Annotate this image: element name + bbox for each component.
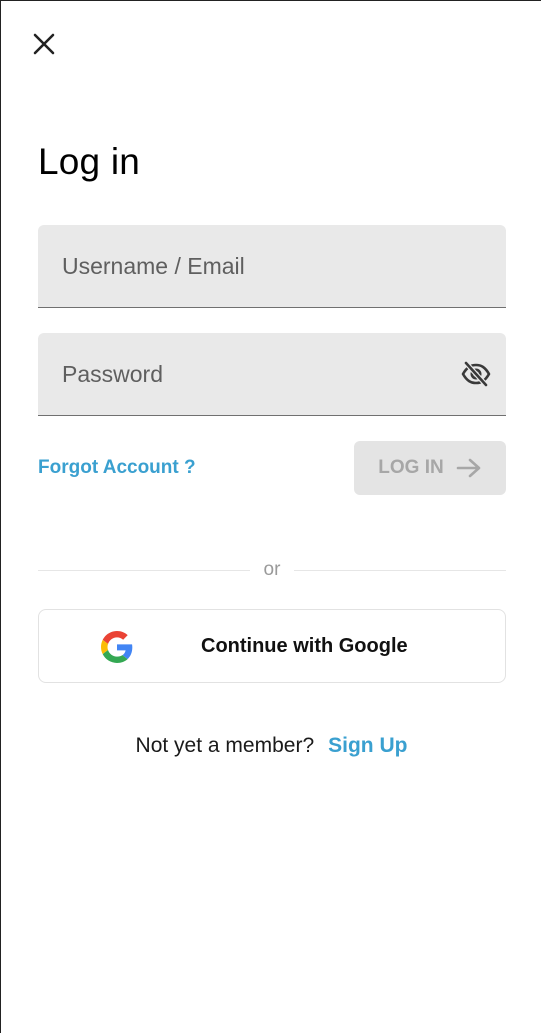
forgot-account-link[interactable]: Forgot Account ? [38, 454, 196, 482]
password-visibility-toggle[interactable] [460, 360, 492, 388]
signup-row: Not yet a member? Sign Up [1, 731, 541, 761]
signup-prompt: Not yet a member? [135, 734, 315, 757]
google-icon [101, 631, 133, 663]
login-modal: Log in Forgot Account ? LOG IN or [0, 0, 541, 1033]
password-input[interactable] [38, 333, 506, 415]
google-button-label: Continue with Google [201, 635, 408, 657]
arrow-right-icon [456, 458, 481, 478]
password-field-container [38, 333, 506, 416]
divider-label: or [263, 559, 281, 580]
close-button[interactable] [29, 29, 59, 59]
login-button-label: LOG IN [378, 457, 444, 478]
username-field-container [38, 225, 506, 308]
or-divider: or [38, 557, 506, 583]
page-title: Log in [38, 141, 141, 182]
login-button[interactable]: LOG IN [354, 441, 506, 495]
continue-with-google-button[interactable]: Continue with Google [38, 609, 506, 683]
username-input[interactable] [38, 225, 506, 307]
eye-slash-icon [461, 361, 491, 387]
divider-line-right [294, 569, 506, 571]
signup-link[interactable]: Sign Up [328, 734, 407, 757]
divider-line-left [38, 569, 250, 571]
close-icon [33, 33, 55, 55]
